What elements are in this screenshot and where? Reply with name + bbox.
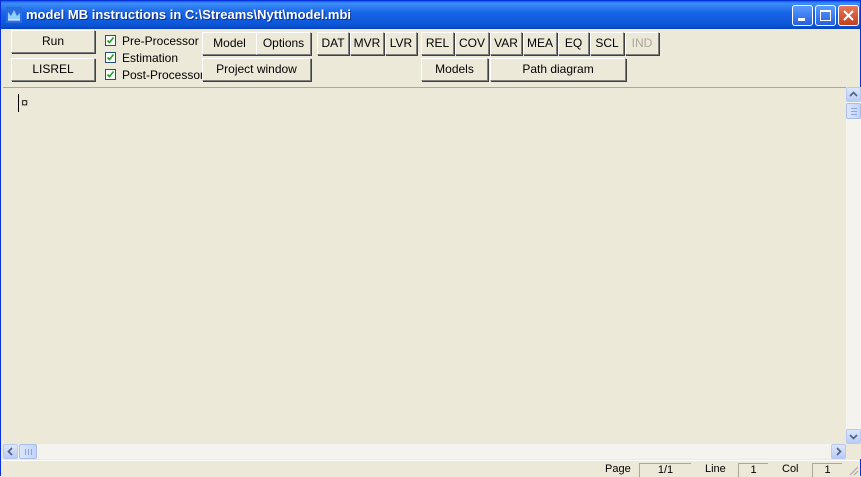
post-processor-checkbox[interactable]	[105, 69, 116, 80]
pre-processor-checkbox[interactable]	[105, 35, 116, 46]
col-label: Col	[782, 463, 799, 475]
app-icon	[6, 7, 22, 23]
close-icon	[843, 10, 854, 21]
resize-grip-icon[interactable]	[847, 464, 859, 476]
lisrel-button[interactable]: LISREL	[11, 58, 95, 81]
status-bar: Page 1/1 Line 1 Col 1	[1, 460, 860, 477]
arrow-right-icon	[836, 447, 842, 456]
page-value: 1/1	[639, 463, 691, 477]
eq-button[interactable]: EQ	[558, 32, 589, 55]
mvr-button[interactable]: MVR	[350, 32, 384, 55]
project-window-button[interactable]: Project window	[202, 58, 311, 81]
close-button[interactable]	[838, 5, 859, 26]
pre-processor-label: Pre-Processor	[122, 34, 199, 48]
check-icon	[106, 37, 115, 44]
scroll-left-button[interactable]	[3, 444, 18, 459]
estimation-checkbox[interactable]	[105, 52, 116, 63]
options-button[interactable]: Options	[256, 32, 311, 55]
title-bar[interactable]: model MB instructions in C:\Streams\Nytt…	[1, 1, 860, 29]
cov-button[interactable]: COV	[455, 32, 489, 55]
run-button[interactable]: Run	[11, 30, 95, 53]
scl-button[interactable]: SCL	[590, 32, 624, 55]
rel-button[interactable]: REL	[421, 32, 454, 55]
instructions-editor[interactable]: ¤	[3, 87, 846, 445]
arrow-down-icon	[849, 434, 858, 440]
minimize-button[interactable]	[792, 5, 813, 26]
mea-button[interactable]: MEA	[523, 32, 557, 55]
var-button[interactable]: VAR	[490, 32, 522, 55]
scroll-right-button[interactable]	[831, 444, 846, 459]
model-button[interactable]: Model	[202, 32, 257, 55]
line-value: 1	[738, 463, 768, 477]
arrow-up-icon	[849, 91, 858, 97]
check-icon	[106, 54, 115, 61]
models-button[interactable]: Models	[421, 58, 488, 81]
horizontal-scroll-thumb[interactable]	[19, 444, 37, 459]
maximize-button[interactable]	[815, 5, 836, 26]
path-diagram-button[interactable]: Path diagram	[490, 58, 626, 81]
scroll-up-button[interactable]	[846, 87, 861, 102]
window-title: model MB instructions in C:\Streams\Nytt…	[26, 7, 352, 22]
line-label: Line	[705, 463, 726, 475]
dat-button[interactable]: DAT	[317, 32, 349, 55]
post-processor-label: Post-Processor	[122, 68, 205, 82]
maximize-icon	[820, 10, 831, 21]
ind-button[interactable]: IND	[625, 32, 659, 55]
minimize-icon	[798, 18, 805, 21]
text-caret	[18, 94, 19, 112]
horizontal-scrollbar[interactable]	[3, 444, 846, 459]
vertical-scrollbar[interactable]	[846, 87, 861, 444]
arrow-left-icon	[7, 447, 13, 456]
estimation-label: Estimation	[122, 51, 179, 65]
check-icon	[106, 71, 115, 78]
editor-content: ¤	[21, 95, 29, 110]
col-value: 1	[812, 463, 842, 477]
lvr-button[interactable]: LVR	[385, 32, 417, 55]
vertical-scroll-thumb[interactable]	[846, 103, 861, 119]
scroll-down-button[interactable]	[846, 429, 861, 444]
scrollbar-corner	[846, 444, 861, 459]
page-label: Page	[605, 463, 631, 475]
app-window: model MB instructions in C:\Streams\Nytt…	[0, 0, 861, 477]
